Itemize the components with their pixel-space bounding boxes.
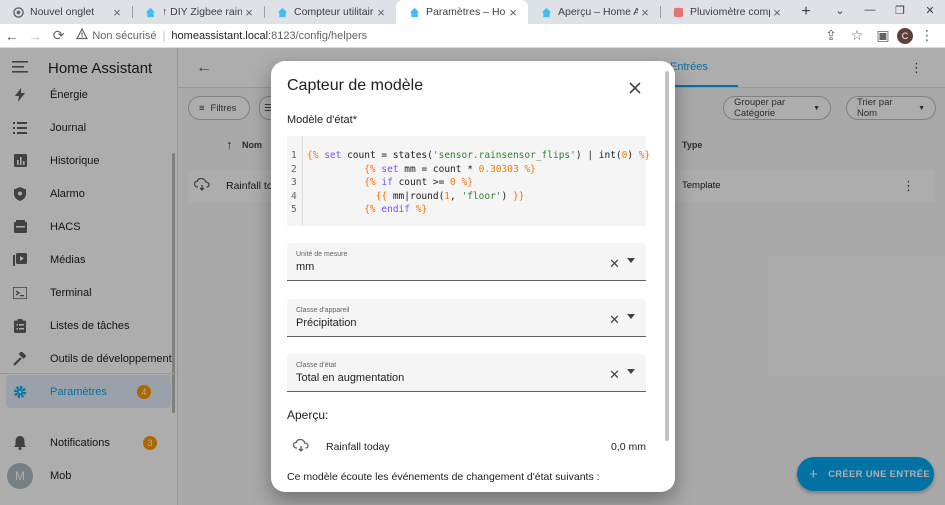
forward-icon[interactable]: → [23, 24, 46, 48]
device-class-select[interactable]: Classe d'appareil Précipitation ✕ [287, 299, 646, 337]
toolbar-actions: ⇪ ☆ ▣ C ⋮ [819, 24, 945, 48]
line-number: 5 [291, 204, 297, 215]
line-number: 3 [291, 177, 297, 188]
tab-close-icon[interactable]: × [374, 5, 388, 20]
ha-icon [276, 6, 288, 18]
restore-icon[interactable]: ❐ [885, 0, 915, 20]
tab-close-icon[interactable]: × [638, 5, 652, 20]
tab-title: ↑ DIY Zigbee rain gaug [162, 6, 242, 18]
browser-tab[interactable]: Nouvel onglet × [0, 0, 132, 24]
tab-title: Compteur utilitaire - H [294, 6, 374, 18]
tab-search-icon[interactable]: ⌄ [825, 0, 855, 20]
new-tab-button[interactable]: + [792, 0, 820, 24]
line-number: 4 [291, 191, 297, 202]
preview-entity-name: Rainfall today [326, 441, 390, 453]
dropdown-arrow-icon[interactable] [627, 258, 635, 263]
share-icon[interactable]: ⇪ [819, 24, 843, 48]
template-label: Modèle d'état* [287, 114, 357, 126]
code-line-2: {% set mm = count * 0.30303 %} [364, 164, 536, 175]
profile-avatar[interactable]: C [897, 27, 913, 44]
code-line-4: {{ mm|round(1, 'floor') }} [375, 191, 525, 202]
tab-close-icon[interactable]: × [242, 5, 256, 20]
tab-title: Paramètres – Home Ass [426, 6, 506, 18]
url-host: homeassistant.local [171, 29, 269, 42]
minimize-icon[interactable]: — [855, 0, 885, 20]
warning-icon[interactable] [76, 27, 89, 43]
field-label: Classe d'état [296, 362, 337, 369]
preview-heading: Aperçu: [287, 408, 329, 422]
field-value: Précipitation [296, 317, 357, 329]
close-icon[interactable] [626, 79, 644, 97]
dropdown-arrow-icon[interactable] [627, 314, 635, 319]
state-class-select[interactable]: Classe d'état Total en augmentation ✕ [287, 354, 646, 392]
line-number: 1 [291, 150, 297, 161]
url-path: :8123/config/helpers [268, 29, 368, 42]
tab-title: Pluviomètre compatibl [690, 6, 770, 18]
code-line-5: {% endif %} [364, 204, 428, 215]
url-bar[interactable]: Non sécurisé | homeassistant.local :8123… [76, 26, 819, 46]
browser-tab[interactable]: Aperçu – Home Assista × [528, 0, 660, 24]
bookmark-star-icon[interactable]: ☆ [845, 24, 869, 48]
tab-close-icon[interactable]: × [110, 5, 124, 20]
browser-tab[interactable]: Compteur utilitaire - H × [264, 0, 396, 24]
ha-icon [540, 6, 552, 18]
line-number: 2 [291, 164, 297, 175]
side-panel-icon[interactable]: ▣ [871, 24, 895, 48]
dialog-scrollbar[interactable] [665, 71, 669, 441]
browser-tab[interactable]: Pluviomètre compatibl × [660, 0, 792, 24]
code-line-1: {% set count = states('sensor.rainsensor… [307, 150, 651, 161]
clear-icon[interactable]: ✕ [609, 312, 620, 328]
reload-icon[interactable]: ⟳ [47, 24, 70, 48]
code-line-3: {% if count >= 0 %} [364, 177, 473, 188]
unit-of-measurement-select[interactable]: Unité de mesure mm ✕ [287, 243, 646, 281]
field-value: mm [296, 261, 315, 273]
clear-icon[interactable]: ✕ [609, 256, 620, 272]
tab-close-icon[interactable]: × [506, 5, 520, 20]
chrome-icon [12, 6, 24, 18]
listen-events-text: Ce modèle écoute les événements de chang… [287, 471, 600, 483]
puzzle-icon [672, 6, 684, 18]
tab-title: Aperçu – Home Assista [558, 6, 638, 18]
field-label: Unité de mesure [296, 251, 348, 258]
browser-tab-strip: Nouvel onglet × ↑ DIY Zigbee rain gaug ×… [0, 0, 945, 24]
browser-tab-active[interactable]: Paramètres – Home Ass × [396, 0, 528, 24]
clear-icon[interactable]: ✕ [609, 367, 620, 383]
tab-close-icon[interactable]: × [770, 5, 784, 20]
preview-entity-value: 0,0 mm [610, 441, 646, 453]
browser-menu-icon[interactable]: ⋮ [915, 24, 939, 48]
line-number-gutter: 1 2 3 4 5 [287, 136, 303, 226]
address-toolbar: ← → ⟳ Non sécurisé | homeassistant.local… [0, 24, 945, 48]
dropdown-arrow-icon[interactable] [627, 369, 635, 374]
ha-icon [144, 6, 156, 18]
back-icon[interactable]: ← [0, 24, 23, 48]
template-code-editor[interactable]: 1 2 3 4 5 {% set count = states('sensor.… [287, 136, 650, 226]
close-window-icon[interactable]: ✕ [915, 0, 945, 20]
ha-icon [408, 6, 420, 18]
security-label[interactable]: Non sécurisé [92, 30, 156, 42]
dialog-title: Capteur de modèle [287, 77, 424, 94]
cloud-rain-icon [292, 438, 309, 456]
window-controls: ⌄ — ❐ ✕ [825, 0, 945, 24]
browser-tab[interactable]: ↑ DIY Zigbee rain gaug × [132, 0, 264, 24]
tab-title: Nouvel onglet [30, 6, 95, 18]
field-value: Total en augmentation [296, 372, 405, 384]
field-label: Classe d'appareil [296, 307, 350, 314]
template-sensor-dialog: Capteur de modèle Modèle d'état* 1 2 3 4… [271, 61, 675, 492]
preview-row[interactable]: Rainfall today 0,0 mm [287, 437, 646, 457]
